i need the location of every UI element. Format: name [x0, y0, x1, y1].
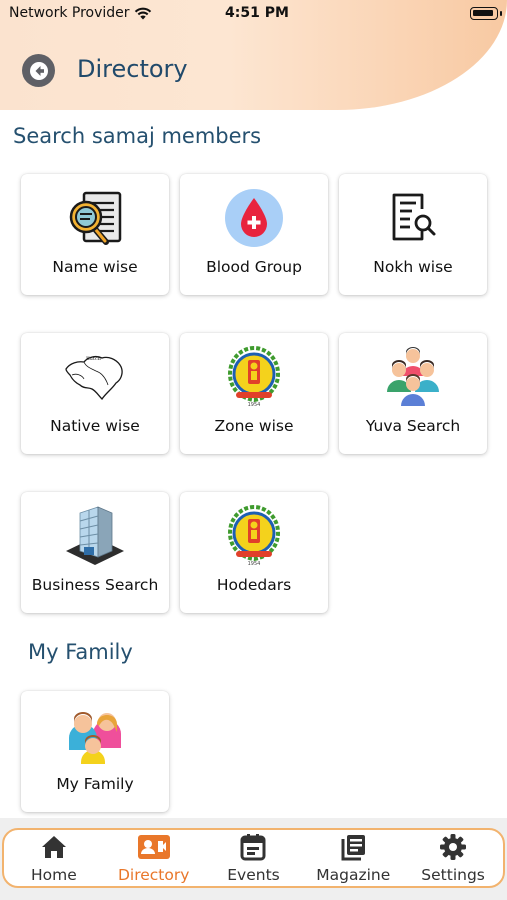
family-section-title: My Family	[28, 640, 133, 664]
samaj-emblem-icon: 1954	[180, 343, 328, 411]
calendar-icon	[204, 832, 304, 862]
tile-name-wise[interactable]: Name wise	[21, 174, 169, 295]
building-icon	[21, 502, 169, 570]
tile-label: Business Search	[31, 576, 159, 594]
tile-label: Zone wise	[214, 417, 294, 435]
nav-item-magazine[interactable]: Magazine	[303, 832, 403, 884]
home-icon	[4, 832, 104, 862]
nav-label: Settings	[421, 866, 485, 884]
nav-item-home[interactable]: Home	[4, 832, 104, 884]
svg-text:1954: 1954	[248, 402, 261, 408]
tile-label: Hodedars	[216, 576, 292, 594]
document-search-icon	[21, 184, 169, 252]
nav-item-directory[interactable]: Directory	[104, 832, 204, 884]
tile-label: My Family	[56, 775, 134, 793]
svg-text:Kutch: Kutch	[86, 356, 102, 362]
tile-blood-group[interactable]: Blood Group	[180, 174, 328, 295]
magazine-icon	[303, 832, 403, 862]
svg-text:1954: 1954	[248, 561, 261, 567]
status-time: 4:51 PM	[225, 5, 289, 21]
tile-label: Nokh wise	[373, 258, 453, 276]
list-search-icon	[339, 184, 487, 252]
status-bar: Network Provider 4:51 PM	[0, 0, 507, 28]
nav-item-events[interactable]: Events	[204, 832, 304, 884]
map-outline-icon: Kutch	[21, 343, 169, 411]
carrier-name: Network Provider	[9, 5, 130, 21]
tile-yuva-search[interactable]: Yuva Search	[339, 333, 487, 454]
tile-zone-wise[interactable]: 1954 Zone wise	[180, 333, 328, 454]
tile-label: Name wise	[52, 258, 138, 276]
nav-label: Magazine	[316, 866, 391, 884]
contact-card-icon	[104, 832, 204, 862]
tile-native-wise[interactable]: Kutch Native wise	[21, 333, 169, 454]
family-icon	[21, 701, 169, 769]
wifi-icon	[134, 5, 152, 24]
tile-label: Native wise	[50, 417, 140, 435]
nav-label: Home	[31, 866, 77, 884]
tile-label: Yuva Search	[365, 417, 461, 435]
tile-my-family[interactable]: My Family	[21, 691, 169, 812]
page-title: Directory	[77, 55, 188, 83]
gear-icon	[403, 832, 503, 862]
samaj-emblem-icon: 1954	[180, 502, 328, 570]
back-arrow-icon	[29, 61, 48, 80]
youth-group-icon	[339, 343, 487, 411]
search-section-title: Search samaj members	[13, 124, 262, 148]
back-button[interactable]	[22, 54, 55, 87]
nav-item-settings[interactable]: Settings	[403, 832, 503, 884]
nav-label: Directory	[117, 866, 190, 884]
blood-drop-icon	[180, 184, 328, 252]
battery-icon	[470, 7, 502, 20]
tile-business-search[interactable]: Business Search	[21, 492, 169, 613]
tile-label: Blood Group	[206, 258, 302, 276]
tile-hodedars[interactable]: 1954 Hodedars	[180, 492, 328, 613]
tile-nokh-wise[interactable]: Nokh wise	[339, 174, 487, 295]
bottom-nav: Home Directory Events Magazine Settings	[2, 828, 505, 888]
nav-label: Events	[227, 866, 280, 884]
